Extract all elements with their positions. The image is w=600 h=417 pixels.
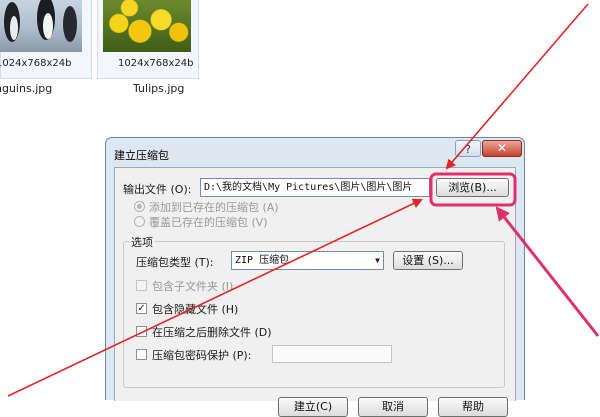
browse-button[interactable]: 浏览(B)... bbox=[436, 178, 509, 197]
options-group: 选项 压缩包类型 (T): ZIP 压缩包 ▼ 设置 (S)... 包含子文件夹… bbox=[123, 234, 505, 388]
penguins-thumbnail[interactable] bbox=[0, 0, 82, 52]
tulips-thumbnail[interactable] bbox=[103, 0, 191, 52]
archive-type-select[interactable]: ZIP 压缩包 ▼ bbox=[231, 251, 384, 270]
include-subfolders-checkbox[interactable] bbox=[136, 280, 147, 291]
include-subfolders-label: 包含子文件夹 (I) bbox=[152, 280, 234, 293]
include-hidden-checkbox[interactable]: ✓ bbox=[136, 303, 147, 314]
help-icon[interactable]: ? bbox=[455, 140, 481, 157]
dialog-title: 建立压缩包 bbox=[114, 149, 169, 162]
password-protect-checkbox[interactable] bbox=[136, 349, 147, 360]
output-file-input[interactable]: D:\我的文档\My Pictures\图片\图片\图片 bbox=[200, 178, 430, 197]
penguins-dimensions: 1024x768x24b bbox=[0, 58, 72, 69]
tulips-dimensions: 1024x768x24b bbox=[118, 58, 194, 69]
cancel-button[interactable]: 取消 bbox=[358, 397, 428, 417]
tulips-filename[interactable]: Tulips.jpg bbox=[133, 82, 184, 95]
delete-after-label: 在压缩之后删除文件 (D) bbox=[152, 326, 272, 339]
password-input[interactable] bbox=[272, 345, 392, 363]
settings-button[interactable]: 设置 (S)... bbox=[393, 251, 463, 270]
create-button[interactable]: 建立(C) bbox=[278, 397, 348, 417]
create-archive-dialog: 建立压缩包 ? ✕ 输出文件 (O): D:\我的文档\My Pictures\… bbox=[105, 137, 525, 417]
archive-type-label: 压缩包类型 (T): bbox=[136, 256, 214, 269]
radio-add-existing-label: 添加到已存在的压缩包 (A) bbox=[149, 201, 279, 214]
output-file-label: 输出文件 (O): bbox=[123, 183, 192, 196]
delete-after-checkbox[interactable] bbox=[136, 326, 147, 337]
penguins-filename[interactable]: Penguins.jpg bbox=[0, 82, 52, 95]
options-group-title: 选项 bbox=[129, 234, 155, 250]
radio-overwrite-existing[interactable] bbox=[134, 216, 145, 227]
archive-type-value: ZIP 压缩包 bbox=[235, 255, 290, 266]
password-protect-label: 压缩包密码保护 (P): bbox=[152, 349, 252, 362]
radio-add-existing[interactable] bbox=[134, 201, 145, 212]
include-hidden-label: 包含隐藏文件 (H) bbox=[152, 303, 239, 316]
close-icon[interactable]: ✕ bbox=[482, 140, 522, 157]
help-button[interactable]: 帮助 bbox=[438, 397, 508, 417]
dialog-titlebar[interactable]: 建立压缩包 ? ✕ bbox=[106, 138, 524, 166]
dialog-body: 输出文件 (O): D:\我的文档\My Pictures\图片\图片\图片 浏… bbox=[114, 167, 516, 417]
dropdown-arrow-icon[interactable]: ▼ bbox=[375, 252, 380, 269]
radio-overwrite-existing-label: 覆盖已存在的压缩包 (V) bbox=[149, 216, 268, 229]
